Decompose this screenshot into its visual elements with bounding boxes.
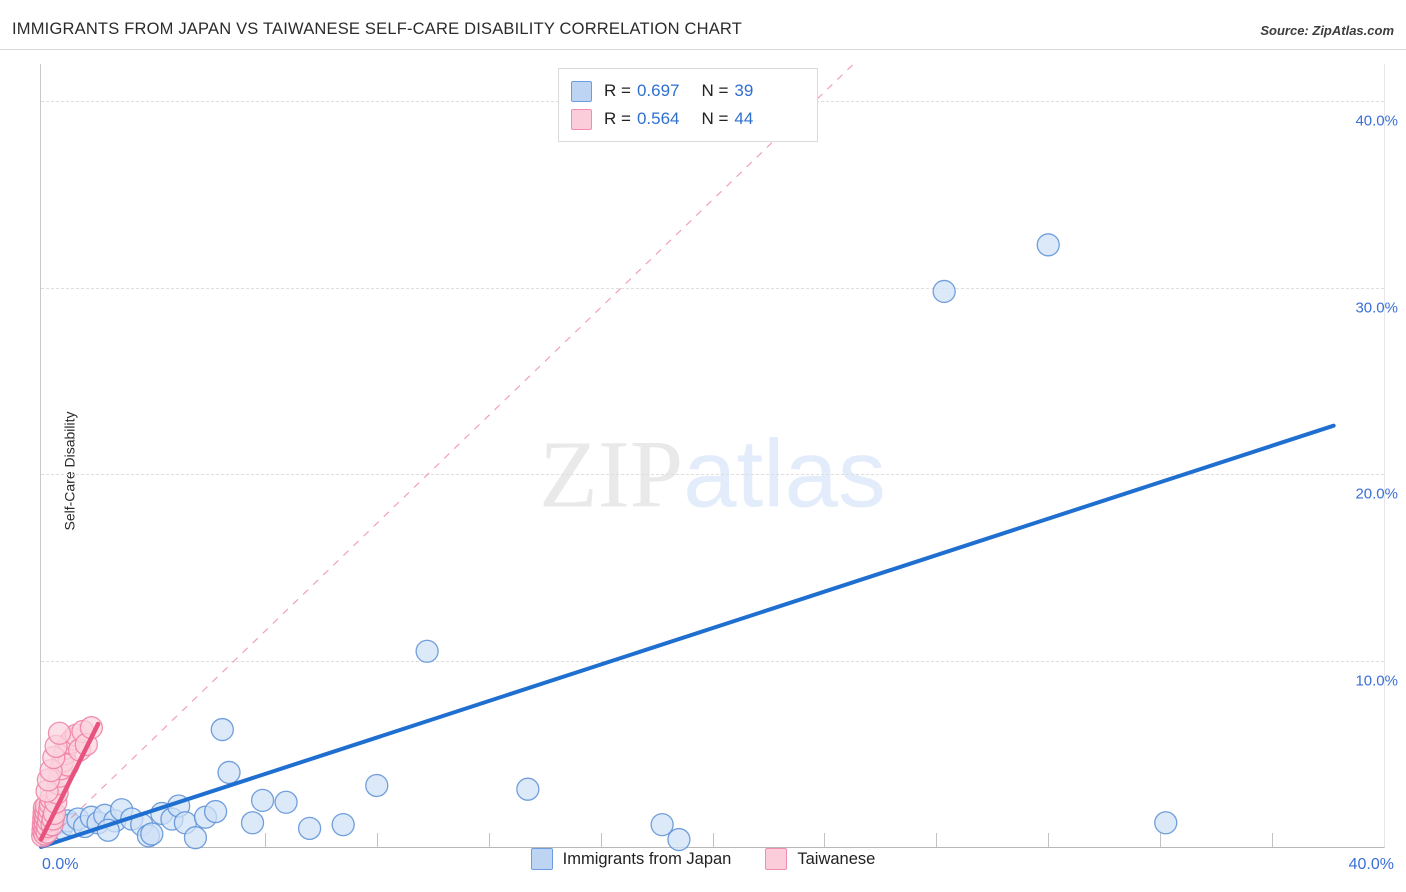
data-point (331, 812, 355, 837)
legend-swatch-blue-icon (571, 80, 592, 102)
trendline-japan (39, 423, 1336, 849)
chart-page: IMMIGRANTS FROM JAPAN VS TAIWANESE SELF-… (0, 0, 1406, 892)
y-tick-label: 30.0% (1355, 299, 1398, 317)
stats-row-japan: R = 0.697 N = 39 (571, 77, 807, 105)
data-point (217, 760, 241, 785)
y-tick-label: 20.0% (1355, 485, 1398, 503)
reference-line-taiwanese (40, 63, 854, 848)
series-legend: Immigrants from Japan Taiwanese (0, 848, 1406, 870)
r-value-taiwanese: 0.564 (636, 109, 680, 128)
chart-header: IMMIGRANTS FROM JAPAN VS TAIWANESE SELF-… (0, 0, 1406, 50)
data-point (250, 788, 275, 813)
legend-swatch-pink-icon (571, 108, 592, 130)
scatter-plot-canvas (31, 63, 1336, 852)
data-point (274, 790, 298, 814)
y-tick-label: 10.0% (1355, 672, 1398, 690)
n-label-japan: N = (701, 81, 729, 100)
source-attribution: Source: ZipAtlas.com (1260, 23, 1394, 38)
legend-label-taiwanese: Taiwanese (797, 849, 876, 868)
data-point (932, 279, 956, 304)
data-point (210, 717, 234, 742)
data-point (1036, 233, 1060, 257)
data-point (183, 826, 208, 850)
n-value-taiwanese: 44 (734, 109, 754, 128)
y-tick-label: 40.0% (1355, 112, 1398, 130)
plot-area: ZIPatlas (31, 63, 1385, 852)
r-value-japan: 0.697 (636, 81, 680, 100)
data-point (365, 773, 389, 798)
page-title: IMMIGRANTS FROM JAPAN VS TAIWANESE SELF-… (12, 20, 743, 38)
r-label-japan: R = (604, 81, 631, 100)
r-label-taiwanese: R = (604, 109, 631, 128)
data-point (140, 822, 164, 846)
data-point (47, 721, 72, 745)
data-point (1154, 811, 1178, 835)
stats-row-taiwanese: R = 0.564 N = 44 (571, 105, 807, 133)
n-label-taiwanese: N = (701, 109, 729, 128)
data-point (516, 777, 540, 801)
data-point (203, 799, 228, 824)
legend-item-japan[interactable]: Immigrants from Japan (530, 848, 732, 870)
plot-wrapper: Self-Care Disability ZIPatlas 10.0% 20.0%… (0, 50, 1406, 892)
n-value-japan: 39 (734, 81, 754, 100)
series-swatch-taiwanese-icon (765, 848, 788, 870)
data-point (297, 816, 322, 841)
legend-label-japan: Immigrants from Japan (562, 849, 732, 868)
series-swatch-japan-icon (530, 848, 553, 870)
data-point (415, 639, 439, 663)
points-japan (39, 233, 1178, 852)
correlation-stats-box: R = 0.697 N = 39 R = 0.564 N = 44 (558, 68, 818, 142)
legend-item-taiwanese[interactable]: Taiwanese (765, 848, 875, 870)
data-point (240, 811, 265, 835)
